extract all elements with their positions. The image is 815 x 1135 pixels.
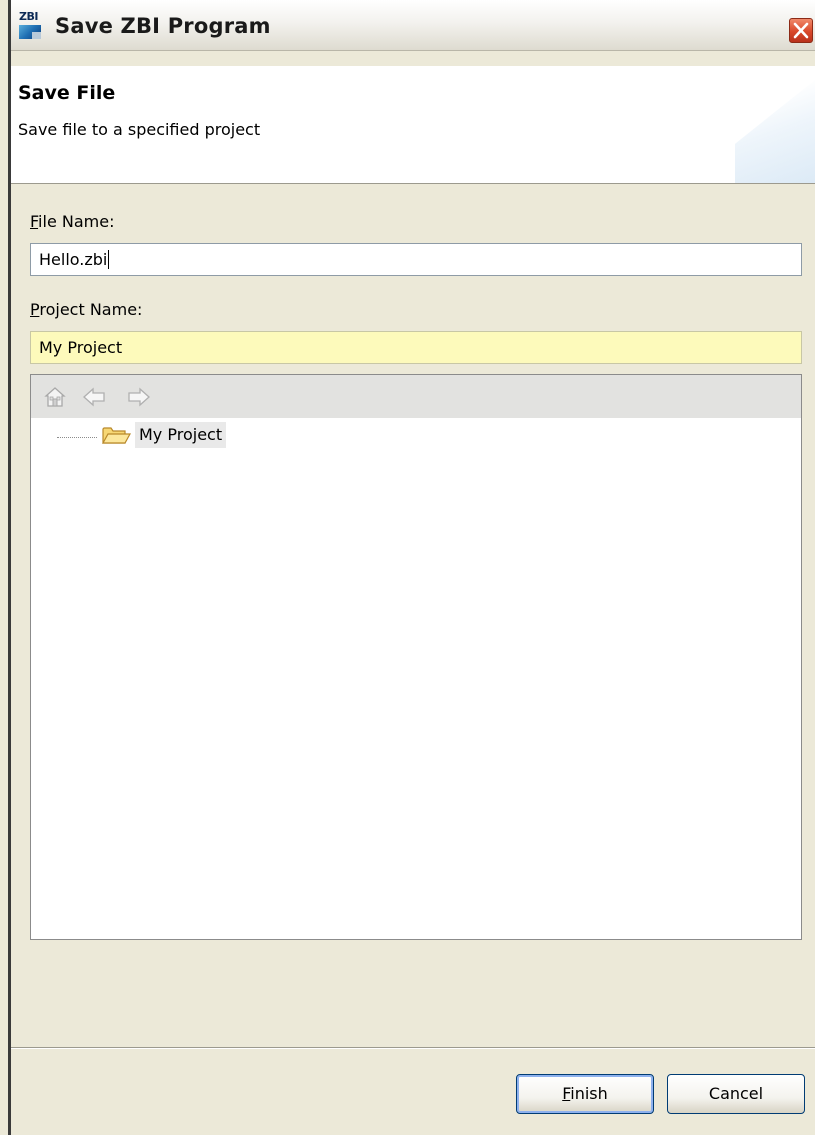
project-tree[interactable]: My Project — [30, 374, 802, 940]
close-button[interactable] — [789, 18, 813, 43]
tree-connector — [57, 437, 97, 438]
close-icon — [793, 22, 809, 39]
text-caret — [108, 250, 110, 269]
tree-toolbar — [31, 375, 801, 418]
project-name-label: Project Name: — [30, 300, 143, 319]
open-folder-icon — [101, 427, 131, 444]
home-icon[interactable] — [44, 386, 66, 408]
back-arrow-icon[interactable] — [82, 386, 106, 408]
zbi-app-icon: ZBI — [19, 10, 41, 40]
tree-item-label[interactable]: My Project — [135, 422, 227, 448]
page-title: Save File — [18, 82, 116, 104]
save-zbi-program-dialog: ZBI Save ZBI Program Save File Save file… — [8, 0, 815, 1135]
window-title: Save ZBI Program — [55, 14, 271, 38]
title-bar[interactable]: ZBI Save ZBI Program — [11, 0, 815, 51]
cancel-button[interactable]: Cancel — [667, 1074, 805, 1114]
page-description: Save file to a specified project — [18, 120, 261, 139]
file-name-label: File Name: — [30, 212, 115, 231]
file-name-input[interactable]: Hello.zbi — [30, 243, 802, 276]
forward-arrow-icon[interactable] — [127, 386, 151, 408]
finish-button[interactable]: Finish — [516, 1074, 654, 1114]
project-name-input[interactable]: My Project — [30, 331, 802, 364]
footer-divider — [11, 1047, 815, 1049]
header-banner: Save File Save file to a specified proje… — [11, 66, 815, 184]
